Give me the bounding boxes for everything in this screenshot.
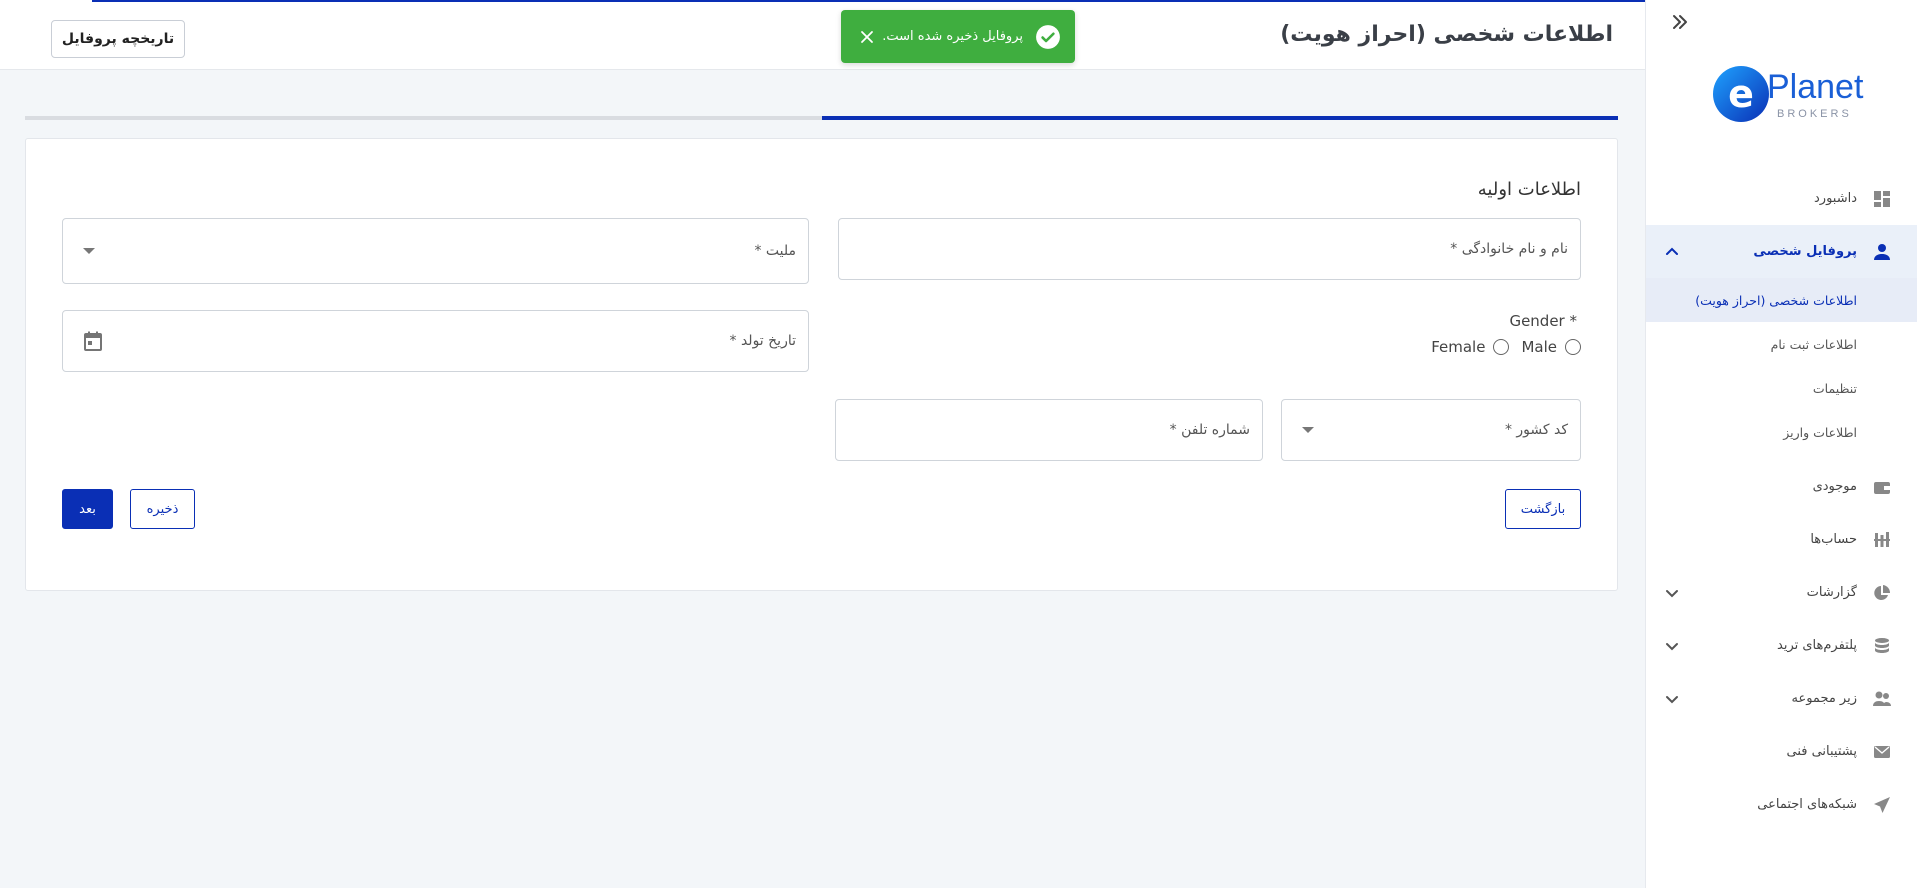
country-code-select[interactable]: کد کشور * xyxy=(1281,399,1581,461)
chevron-down-icon[interactable] xyxy=(1664,638,1680,654)
full-name-label: نام و نام خانوادگی * xyxy=(1450,241,1568,257)
chevron-down-icon[interactable] xyxy=(1664,585,1680,601)
top-header: اطلاعات شخصی (احراز هویت) تاریخچه پروفای… xyxy=(0,0,1645,70)
form-progress-bar xyxy=(25,116,1618,120)
radio-circle-icon xyxy=(1565,339,1581,355)
full-name-input[interactable]: نام و نام خانوادگی * xyxy=(838,218,1581,280)
gender-group: Gender * Male Female xyxy=(1431,311,1581,356)
phone-input[interactable]: شماره تلفن * xyxy=(835,399,1263,461)
close-icon[interactable] xyxy=(859,29,875,45)
personal-profile-submenu: اطلاعات شخصی (احراز هویت) اطلاعات ثبت نا… xyxy=(1646,278,1917,460)
send-icon xyxy=(1874,796,1890,813)
header-accent-line xyxy=(92,0,1645,2)
sidebar-item-personal-profile[interactable]: پروفایل شخصی xyxy=(1646,225,1917,278)
sidebar-item-support[interactable]: پشتیبانی فنی xyxy=(1646,725,1917,778)
birth-date-input[interactable]: تاریخ تولد * xyxy=(62,310,809,372)
country-code-label: کد کشور * xyxy=(1504,422,1568,438)
chevron-down-icon xyxy=(1302,427,1314,433)
chevron-down-icon xyxy=(83,248,95,254)
nationality-label: ملیت * xyxy=(754,243,796,259)
sidebar-item-subsets[interactable]: زیر مجموعه xyxy=(1646,672,1917,725)
toast-message: پروفایل ذخیره شده است. xyxy=(882,29,1023,44)
wallet-icon xyxy=(1874,481,1890,494)
birth-date-label: تاریخ تولد * xyxy=(729,333,797,349)
gender-radio-female[interactable]: Female xyxy=(1431,338,1510,356)
svg-text:e: e xyxy=(1728,72,1754,116)
sidebar-subitem-deposit-info[interactable]: اطلاعات واریز xyxy=(1646,410,1917,454)
dashboard-icon xyxy=(1874,190,1890,207)
double-chevron-icon[interactable] xyxy=(1668,10,1692,34)
back-button[interactable]: بازگشت xyxy=(1505,489,1581,529)
pie-chart-icon xyxy=(1874,584,1891,600)
sidebar-item-accounts[interactable]: حساب‌ها xyxy=(1646,513,1917,566)
sidebar-nav: داشبورد پروفایل شخصی اطلاعات شخصی (احراز… xyxy=(1646,172,1917,831)
basic-info-card: اطلاعات اولیه نام و نام خانوادگی * ملیت … xyxy=(25,138,1618,591)
database-icon xyxy=(1875,637,1889,653)
sidebar-item-balance[interactable]: موجودی xyxy=(1646,460,1917,513)
sidebar-item-social-networks[interactable]: شبکه‌های اجتماعی xyxy=(1646,778,1917,831)
gender-label: Gender * xyxy=(1509,312,1577,330)
users-icon xyxy=(1873,691,1891,706)
sidebar-subitem-settings[interactable]: تنظیمات xyxy=(1646,366,1917,410)
page-title: اطلاعات شخصی (احراز هویت) xyxy=(1280,22,1613,47)
mail-icon xyxy=(1874,745,1890,758)
sidebar-subitem-registration[interactable]: اطلاعات ثبت نام xyxy=(1646,322,1917,366)
nationality-select[interactable]: ملیت * xyxy=(62,218,809,284)
sidebar: e Planet BROKERS داشبورد پروفایل شخصی اط… xyxy=(1645,0,1917,888)
phone-label: شماره تلفن * xyxy=(1169,422,1250,438)
gender-radio-male[interactable]: Male xyxy=(1521,338,1581,356)
accounts-icon xyxy=(1874,531,1890,547)
chevron-up-icon[interactable] xyxy=(1664,244,1680,260)
brand-sub: BROKERS xyxy=(1777,108,1852,120)
user-icon xyxy=(1874,243,1890,260)
section-title: اطلاعات اولیه xyxy=(1477,179,1581,200)
form-progress-fill xyxy=(821,116,1618,120)
calendar-icon[interactable] xyxy=(81,329,105,353)
sidebar-subitem-identity[interactable]: اطلاعات شخصی (احراز هویت) xyxy=(1646,278,1917,322)
brand-logo: e Planet BROKERS xyxy=(1711,64,1881,128)
next-button[interactable]: بعد xyxy=(62,489,113,529)
check-circle-icon xyxy=(1036,24,1060,49)
chevron-down-icon[interactable] xyxy=(1664,691,1680,707)
profile-history-button[interactable]: تاریخچه پروفایل xyxy=(51,20,185,58)
sidebar-item-reports[interactable]: گزارشات xyxy=(1646,566,1917,619)
brand-name: Planet xyxy=(1767,68,1864,106)
sidebar-item-trading-platforms[interactable]: پلتفرم‌های ترید xyxy=(1646,619,1917,672)
radio-circle-icon xyxy=(1493,339,1510,355)
sidebar-item-dashboard[interactable]: داشبورد xyxy=(1646,172,1917,225)
save-button[interactable]: ذخیره xyxy=(130,489,195,529)
success-toast: پروفایل ذخیره شده است. xyxy=(841,10,1075,63)
